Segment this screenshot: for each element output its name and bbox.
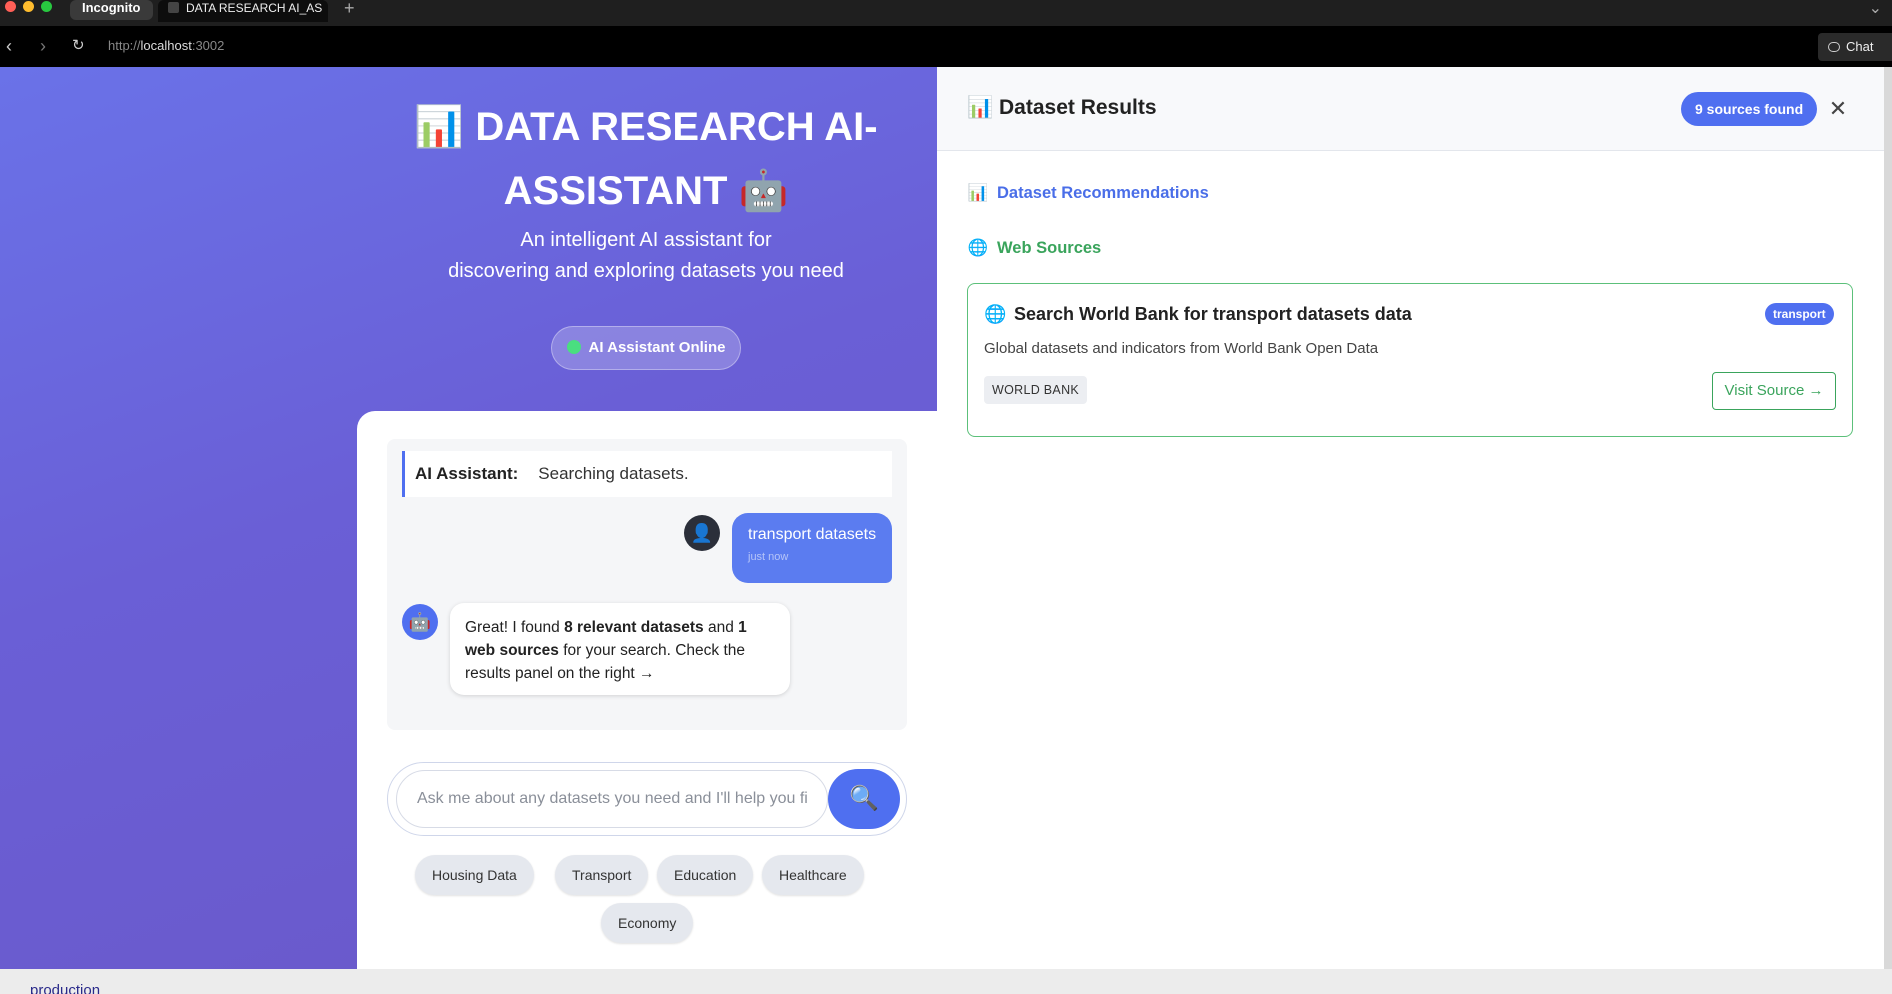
robot-icon: 🤖 — [738, 169, 789, 213]
chip-housing-data[interactable]: Housing Data — [415, 855, 534, 895]
reload-icon[interactable]: ↻ — [72, 36, 85, 56]
source-provider-badge: WORLD BANK — [984, 376, 1088, 404]
bot-message: Great! I found 8 relevant datasets and 1… — [450, 603, 790, 695]
page-subtitle-line1: An intelligent AI assistant for — [520, 229, 772, 251]
source-title-text: Search World Bank for transport datasets… — [1014, 304, 1412, 324]
chat-card: AI Assistant: Searching datasets. 👤 trans… — [357, 411, 937, 969]
results-header: 📊 Dataset Results 9 sources found ✕ — [937, 67, 1884, 151]
status-label: AI Assistant Online — [588, 339, 726, 356]
bar-chart-icon: 📊 — [414, 105, 465, 149]
system-message-sender: AI Assistant: — [415, 464, 519, 483]
bar-chart-icon: 📊 — [967, 96, 994, 119]
address-bar: ‹ › ↻ http://localhost:3002 Chat — [0, 26, 1892, 67]
bot-avatar-icon: 🤖 — [402, 604, 438, 640]
minimize-window-icon[interactable] — [23, 1, 34, 12]
user-avatar-icon: 👤 — [684, 515, 720, 551]
search-send-button[interactable]: 🔍 — [828, 769, 900, 829]
results-title-text: Dataset Results — [999, 96, 1157, 119]
close-window-icon[interactable] — [5, 1, 16, 12]
tab-title: DATA RESEARCH AI_AS — [186, 1, 323, 15]
forward-arrow-icon[interactable]: › — [40, 36, 46, 56]
sources-count-badge: 9 sources found — [1681, 92, 1818, 126]
user-message-time: just now — [748, 551, 789, 563]
chip-transport[interactable]: Transport — [555, 855, 649, 895]
visit-source-button[interactable]: Visit Source → — [1712, 372, 1836, 410]
chat-bubble-icon — [1828, 42, 1840, 52]
globe-icon: 🌐 — [984, 304, 1007, 324]
new-tab-icon[interactable]: + — [344, 0, 355, 19]
url-host: localhost — [140, 38, 192, 53]
chat-input[interactable] — [396, 770, 828, 828]
terminal-strip: production — [0, 969, 1892, 994]
incognito-badge: Incognito — [70, 0, 153, 20]
browser-tab[interactable]: DATA RESEARCH AI_AS — [158, 0, 328, 22]
section-recommendations-label: Dataset Recommendations — [997, 184, 1209, 202]
page-title-line1: DATA RESEARCH AI- — [475, 105, 878, 149]
tab-favicon-icon — [168, 2, 179, 13]
online-dot-icon — [566, 340, 581, 354]
globe-icon: 🌐 — [967, 239, 989, 257]
close-icon[interactable]: ✕ — [1824, 95, 1852, 123]
bot-message-datasets-count: 8 relevant datasets — [564, 619, 704, 636]
assistant-status-badge: AI Assistant Online — [551, 326, 741, 370]
maximize-window-icon[interactable] — [41, 1, 52, 12]
url-port: :3002 — [191, 38, 225, 53]
section-dataset-recommendations[interactable]: 📊 Dataset Recommendations — [967, 184, 1209, 203]
tab-list-chevron-icon[interactable]: ⌄ — [1869, 0, 1882, 18]
chip-education[interactable]: Education — [657, 855, 754, 895]
chat-button-label: Chat — [1846, 39, 1874, 54]
system-message: AI Assistant: Searching datasets. — [402, 451, 892, 497]
bot-message-text-2: and — [703, 619, 739, 636]
source-title: 🌐 Search World Bank for transport dataset… — [984, 304, 1412, 325]
section-web-sources[interactable]: 🌐 Web Sources — [967, 239, 1102, 258]
message-list[interactable]: AI Assistant: Searching datasets. 👤 trans… — [387, 439, 907, 730]
user-message: transport datasets just now — [732, 513, 892, 583]
chip-economy[interactable]: Economy — [601, 903, 694, 943]
results-panel: 📊 Dataset Results 9 sources found ✕ 📊 Dat… — [937, 67, 1884, 969]
system-message-text: Searching datasets. — [538, 464, 689, 483]
chip-healthcare[interactable]: Healthcare — [762, 855, 864, 895]
url-scheme: http:// — [108, 38, 141, 53]
browser-tab-bar: Incognito DATA RESEARCH AI_AS + ⌄ — [0, 0, 1892, 26]
results-title: 📊 Dataset Results — [967, 96, 1157, 120]
scrollbar[interactable] — [1884, 67, 1892, 969]
chat-button[interactable]: Chat — [1818, 33, 1892, 61]
url-field[interactable]: http://localhost:3002 — [108, 38, 224, 53]
user-message-text: transport datasets — [748, 526, 877, 543]
source-category-tag: transport — [1765, 303, 1834, 325]
page-title: 📊 DATA RESEARCH AI- ASSISTANT 🤖 — [340, 95, 937, 223]
source-description: Global datasets and indicators from Worl… — [984, 340, 1379, 357]
page-subtitle: An intelligent AI assistant for discover… — [420, 225, 872, 287]
section-web-label: Web Sources — [997, 239, 1102, 257]
web-source-card: 🌐 Search World Bank for transport dataset… — [967, 283, 1853, 437]
chat-input-container: 🔍 — [387, 762, 907, 836]
page-subtitle-line2: discovering and exploring datasets you n… — [448, 260, 844, 282]
hero-panel: 📊 DATA RESEARCH AI- ASSISTANT 🤖 An intel… — [0, 67, 937, 969]
page-title-line2: ASSISTANT — [503, 169, 728, 213]
bar-chart-icon: 📊 — [967, 184, 989, 202]
search-icon: 🔍 — [849, 785, 879, 812]
back-arrow-icon[interactable]: ‹ — [6, 36, 12, 56]
bot-message-text-1: Great! I found — [465, 619, 565, 636]
terminal-text: production — [30, 982, 101, 994]
